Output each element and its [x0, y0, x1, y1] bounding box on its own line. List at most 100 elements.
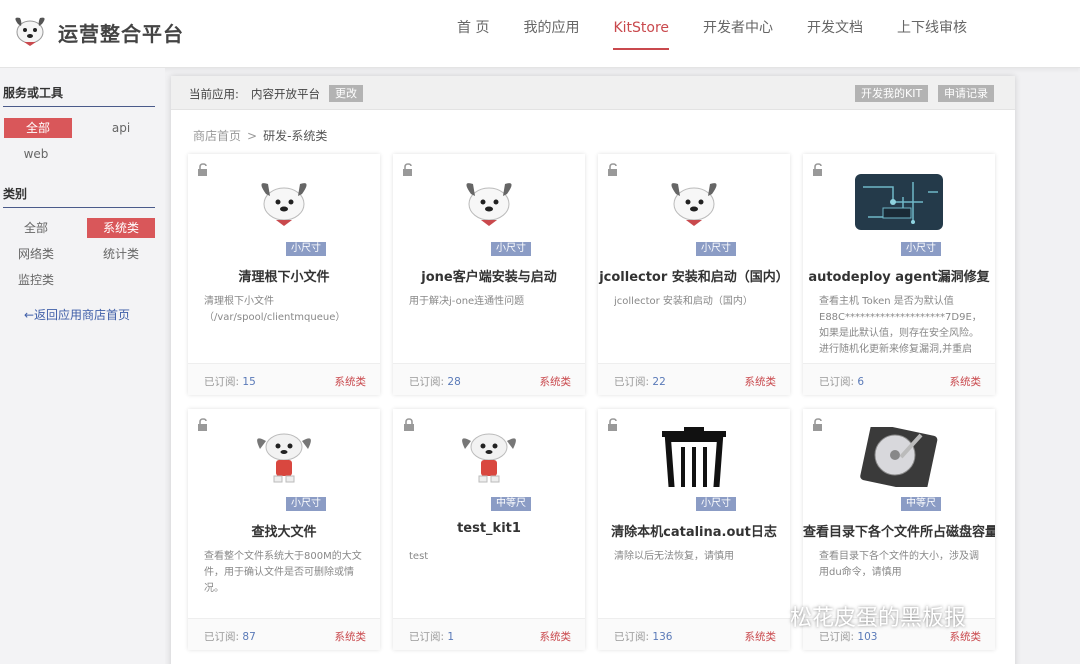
- change-app-button[interactable]: 更改: [329, 85, 363, 102]
- breadcrumb: 商店首页 > 研发-系统类: [193, 127, 327, 144]
- toolbar: 当前应用: 内容开放平台 更改 开发我的KIT 申请记录: [171, 76, 1015, 110]
- filter-category-monitor[interactable]: 监控类: [2, 270, 70, 290]
- kit-description: 查看整个文件系统大于800M的大文件，用于确认文件是否可删除或情况。: [204, 551, 362, 594]
- current-app-value: 内容开放平台: [251, 87, 320, 101]
- kit-card[interactable]: 小尺寸 jone客户端安装与启动用于解决j-one连通性问题 已订阅: 28 系统类: [393, 154, 585, 395]
- mascot-dog-icon: [648, 172, 740, 232]
- kit-footer: 已订阅: 87 系统类: [188, 618, 380, 650]
- apply-record-button[interactable]: 申请记录: [938, 85, 994, 102]
- size-badge: 小尺寸: [901, 242, 941, 256]
- lock-open-icon: [607, 417, 621, 431]
- develop-kit-button[interactable]: 开发我的KIT: [855, 85, 929, 102]
- filter-category-stats[interactable]: 统计类: [87, 244, 155, 264]
- kit-title[interactable]: autodeploy agent漏洞修复: [803, 266, 995, 285]
- kit-title[interactable]: 清除本机catalina.out日志: [598, 521, 790, 540]
- subscribe-number: 28: [447, 376, 461, 388]
- subscribe-number: 87: [242, 631, 256, 643]
- kit-footer: 已订阅: 22 系统类: [598, 363, 790, 395]
- subscribe-count: 已订阅: 6: [819, 374, 864, 389]
- kit-description: 清除以后无法恢复，请慎用: [614, 551, 734, 562]
- subscribe-label: 已订阅:: [204, 631, 240, 643]
- size-badge: 小尺寸: [286, 497, 326, 511]
- kit-footer: 已订阅: 15 系统类: [188, 363, 380, 395]
- lock-open-icon: [197, 162, 211, 176]
- kit-card[interactable]: 小尺寸 autodeploy agent漏洞修复查看主机 Token 是否为默认值…: [803, 154, 995, 395]
- nav-my-apps[interactable]: 我的应用: [506, 0, 596, 68]
- subscribe-number: 136: [652, 631, 673, 643]
- subscribe-label: 已订阅:: [409, 376, 445, 388]
- subscribe-count: 已订阅: 1: [409, 629, 454, 644]
- subscribe-label: 已订阅:: [614, 376, 650, 388]
- subscribe-label: 已订阅:: [819, 631, 855, 643]
- lock-open-icon: [812, 162, 826, 176]
- category-tag: 系统类: [334, 631, 367, 643]
- kit-card[interactable]: 中等尺 test_kit1test 已订阅: 1 系统类: [393, 409, 585, 650]
- nav-developer-center[interactable]: 开发者中心: [686, 0, 790, 68]
- breadcrumb-root-link[interactable]: 商店首页: [193, 129, 241, 143]
- current-app-label: 当前应用:: [189, 87, 239, 101]
- kit-description: 用于解决j-one连通性问题: [409, 296, 525, 307]
- size-badge: 中等尺: [901, 497, 941, 511]
- kit-description: test: [409, 551, 429, 562]
- hard-drive-icon: [853, 423, 945, 493]
- logo-dog-icon: [15, 17, 45, 46]
- kit-description: 清理根下小文件（/var/spool/clientmqueue）: [204, 296, 346, 323]
- subscribe-count: 已订阅: 15: [204, 374, 256, 389]
- lock-closed-icon: [402, 417, 416, 431]
- nav-home[interactable]: 首 页: [440, 0, 506, 68]
- mascot-dog-icon: [238, 172, 330, 232]
- sidebar-section-category-title: 类别: [3, 187, 28, 201]
- subscribe-number: 15: [242, 376, 256, 388]
- subscribe-number: 103: [857, 631, 878, 643]
- subscribe-number: 22: [652, 376, 666, 388]
- kit-description: 查看主机 Token 是否为默认值 E88C******************…: [819, 296, 982, 355]
- kit-footer: 已订阅: 1 系统类: [393, 618, 585, 650]
- filter-web[interactable]: web: [2, 144, 70, 164]
- kit-title[interactable]: 查看目录下各个文件所占磁盘容量: [803, 521, 995, 540]
- size-badge: 小尺寸: [491, 242, 531, 256]
- lock-open-icon: [812, 417, 826, 431]
- kit-footer: 已订阅: 136 系统类: [598, 618, 790, 650]
- kit-description: jcollector 安装和启动（国内）: [614, 296, 753, 307]
- kit-title[interactable]: jone客户端安装与启动: [393, 266, 585, 285]
- main-nav: 首 页 我的应用 KitStore 开发者中心 开发文档 上下线审核: [440, 0, 984, 68]
- filter-api[interactable]: api: [87, 118, 155, 138]
- subscribe-label: 已订阅:: [614, 631, 650, 643]
- subscribe-count: 已订阅: 22: [614, 374, 666, 389]
- filter-category-all[interactable]: 全部: [2, 218, 70, 238]
- filter-all-tools[interactable]: 全部: [4, 118, 72, 138]
- kit-card[interactable]: 小尺寸 清理根下小文件 清理根下小文件（/var/spool/clientmqueu…: [188, 154, 380, 395]
- category-tag: 系统类: [334, 376, 367, 388]
- kit-title[interactable]: 清理根下小文件: [188, 266, 380, 285]
- mascot-dog-icon: [443, 172, 535, 232]
- subscribe-label: 已订阅:: [204, 376, 240, 388]
- size-badge: 小尺寸: [696, 497, 736, 511]
- mascot-dog-standing-icon: [238, 427, 330, 487]
- nav-kitstore[interactable]: KitStore: [596, 0, 686, 68]
- kit-title[interactable]: 查找大文件: [188, 521, 380, 540]
- kit-card[interactable]: 小尺寸 jcollector 安装和启动（国内） jcollector 安装和启动（…: [598, 154, 790, 395]
- category-tag: 系统类: [539, 631, 572, 643]
- filter-category-network[interactable]: 网络类: [2, 244, 70, 264]
- circuit-board-icon: [853, 172, 945, 232]
- kit-card[interactable]: 小尺寸 清除本机catalina.out日志 清除以后无法恢复，请慎用 已订阅: 13…: [598, 409, 790, 650]
- category-tag: 系统类: [539, 376, 572, 388]
- filter-category-system[interactable]: 系统类: [87, 218, 155, 238]
- subscribe-count: 已订阅: 136: [614, 629, 672, 644]
- subscribe-label: 已订阅:: [819, 376, 855, 388]
- kit-title[interactable]: test_kit1: [393, 521, 585, 536]
- sidebar: 服务或工具 全部 api web 类别 全部 系统类 网络类 统计类 监控类 ←…: [0, 68, 165, 664]
- nav-review[interactable]: 上下线审核: [880, 0, 984, 68]
- subscribe-label: 已订阅:: [409, 631, 445, 643]
- kit-footer: 已订阅: 28 系统类: [393, 363, 585, 395]
- main-panel: 当前应用: 内容开放平台 更改 开发我的KIT 申请记录 商店首页 > 研发-系统类…: [171, 76, 1015, 664]
- nav-dev-docs[interactable]: 开发文档: [790, 0, 880, 68]
- kit-card[interactable]: 小尺寸查找大文件查看整个文件系统大于800M的大文件，用于确认文件是否可删除或情…: [188, 409, 380, 650]
- back-to-store-link[interactable]: ←返回应用商店首页: [24, 306, 130, 323]
- lock-open-icon: [402, 162, 416, 176]
- size-badge: 中等尺: [491, 497, 531, 511]
- kit-title[interactable]: jcollector 安装和启动（国内）: [598, 266, 790, 285]
- category-tag: 系统类: [949, 376, 982, 388]
- divider: [3, 207, 155, 208]
- category-tag: 系统类: [744, 631, 777, 643]
